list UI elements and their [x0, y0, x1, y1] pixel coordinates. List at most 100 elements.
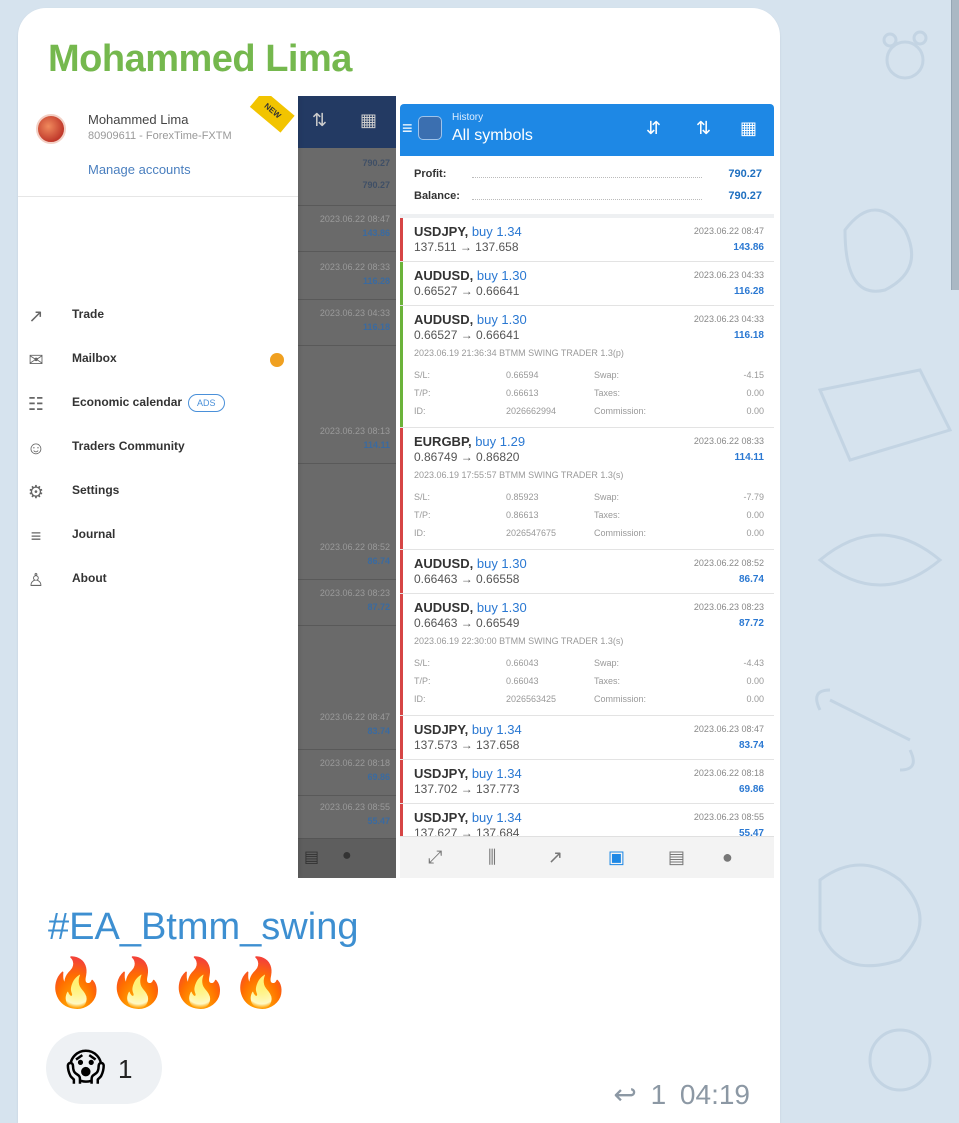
profit-row: Profit: 790.27	[414, 168, 762, 180]
trade-comment: 2023.06.19 17:55:57 BTMM SWING TRADER 1.…	[414, 470, 624, 480]
journal-icon: ≡	[30, 526, 42, 546]
trade-prices: 0.66463 → 0.66558	[414, 572, 520, 586]
trade-symbol: AUDUSD, buy 1.30	[414, 556, 527, 571]
history-trade-row[interactable]: AUDUSD, buy 1.30 0.66527 → 0.66641 2023.06…	[400, 262, 774, 306]
reply-count[interactable]: 1	[651, 1079, 667, 1110]
account-number: 80909611 - ForexTime-FXTM	[88, 130, 232, 142]
drawer-item-3[interactable]: ☺ Traders Community	[18, 428, 298, 468]
sender-name[interactable]: Mohammed Lima	[48, 38, 352, 81]
trade-detail-row: ID: 2026662994 Commission: 0.00	[414, 406, 764, 416]
message-bubble[interactable]: Mohammed Lima Mohammed Lima 80909611 - F…	[18, 8, 780, 1123]
history-trade-row[interactable]: EURGBP, buy 1.29 0.86749 → 0.86820 2023.06…	[400, 428, 774, 550]
trade-symbol: USDJPY, buy 1.34	[414, 810, 522, 825]
traders-community-icon: ☺	[26, 438, 46, 458]
mailbox-icon: ✉	[28, 350, 44, 370]
drawer-item-label: Journal	[72, 527, 116, 541]
history-trade-row[interactable]: AUDUSD, buy 1.30 0.66463 → 0.66558 2023.06…	[400, 550, 774, 594]
trade-prices: 0.86749 → 0.86820	[414, 450, 520, 464]
bottom-navigation: ⤢ ⫼ ↗ ▣ ▤ ●	[400, 836, 774, 878]
trade-icon[interactable]: ↗	[548, 847, 563, 868]
dim-history-row: 2023.06.22 08:47 83.74	[298, 706, 396, 750]
drawer-item-5[interactable]: ≡ Journal	[18, 516, 298, 556]
trade-prices: 0.66463 → 0.66549	[414, 616, 520, 630]
trade-detail-row: S/L: 0.66594 Swap: -4.15	[414, 370, 764, 380]
dim-history-row: 2023.06.22 08:33 116.28	[298, 256, 396, 300]
manage-accounts-link[interactable]: Manage accounts	[88, 162, 191, 177]
trade-detail-row: ID: 2026563425 Commission: 0.00	[414, 694, 764, 704]
calendar-icon: ▦	[360, 110, 378, 130]
scrollbar-thumb[interactable]	[951, 0, 959, 290]
trade-prices: 137.702 → 137.773	[414, 782, 520, 796]
navigation-drawer: Mohammed Lima 80909611 - ForexTime-FXTM …	[18, 96, 298, 878]
drawer-item-1[interactable]: ✉ Mailbox	[18, 340, 298, 380]
trade-symbol: AUDUSD, buy 1.30	[414, 268, 527, 283]
drawer-item-label: Settings	[72, 483, 120, 497]
sort-icon: ⇅	[312, 110, 328, 130]
trade-time: 2023.06.23 08:23	[693, 602, 764, 612]
dim-history-row: 2023.06.23 08:55 55.47	[298, 796, 396, 840]
header-title[interactable]: All symbols	[452, 127, 533, 145]
right-phone-screen: ≡ History All symbols ⇵ ⇅ ▦ Profit: 790.…	[400, 104, 774, 878]
trade-symbol: AUDUSD, buy 1.30	[414, 312, 527, 327]
dim-history-row: 2023.06.23 08:13 114.11	[298, 420, 396, 464]
trade-profit: 83.74	[738, 740, 764, 751]
attached-screenshot[interactable]: Mohammed Lima 80909611 - ForexTime-FXTM …	[18, 96, 780, 878]
trade-time: 2023.06.22 08:52	[693, 558, 764, 568]
trade-time: 2023.06.22 08:18	[693, 768, 764, 778]
drawer-item-label: Mailbox	[72, 351, 117, 365]
dim-history-row: 2023.06.23 08:23 87.72	[298, 582, 396, 626]
trade-time: 2023.06.23 04:33	[693, 270, 764, 280]
drawer-item-6[interactable]: ♙ About	[18, 560, 298, 600]
dimmed-history-behind-drawer: ⇅ ▦ 790.27 790.27 2023.06.22 08:47 143.86…	[298, 96, 396, 878]
trade-profit: 116.18	[733, 330, 764, 341]
drawer-item-0[interactable]: ↗ Trade	[18, 296, 298, 336]
new-corner-badge: NEW	[249, 96, 295, 133]
chart-icon[interactable]: ⫼	[488, 847, 496, 868]
reaction-chip[interactable]: 😱 1	[46, 1032, 162, 1104]
trade-prices: 137.573 → 137.658	[414, 738, 520, 752]
trade-status-bar	[400, 262, 403, 305]
balance-row: Balance: 790.27	[414, 190, 762, 202]
ads-pill: ADS	[188, 394, 225, 412]
history-trade-row[interactable]: USDJPY, buy 1.34 137.702 → 137.773 2023.06…	[400, 760, 774, 804]
trade-profit: 116.28	[733, 286, 764, 297]
drawer-item-2[interactable]: ☷ Economic calendar ADS	[18, 384, 298, 424]
trade-detail-row: S/L: 0.85923 Swap: -7.79	[414, 492, 764, 502]
settings-icon: ⚙	[27, 482, 45, 502]
trade-profit: 87.72	[738, 618, 764, 629]
left-phone-screen: Mohammed Lima 80909611 - ForexTime-FXTM …	[18, 96, 396, 878]
dim-history-row: 2023.06.23 04:33 116.18	[298, 302, 396, 346]
reply-icon[interactable]: ↩	[613, 1079, 636, 1110]
history-trade-row[interactable]: USDJPY, buy 1.34 137.511 → 137.658 2023.06…	[400, 218, 774, 262]
trade-detail-row: T/P: 0.66613 Taxes: 0.00	[414, 388, 764, 398]
news-icon[interactable]: ▤	[668, 847, 685, 868]
fire-emoji-line: 🔥🔥🔥🔥	[46, 957, 294, 1010]
history-trade-row[interactable]: AUDUSD, buy 1.30 0.66527 → 0.66641 2023.06…	[400, 306, 774, 428]
trade-symbol: USDJPY, buy 1.34	[414, 224, 522, 239]
dim-bottom-nav: ▤ ●	[298, 838, 396, 878]
trade-detail-row: T/P: 0.86613 Taxes: 0.00	[414, 510, 764, 520]
quotes-icon[interactable]: ⤢	[428, 847, 442, 868]
trade-status-bar	[400, 594, 403, 715]
history-header: ≡ History All symbols ⇵ ⇅ ▦	[400, 104, 774, 156]
notification-dot	[270, 353, 284, 367]
drawer-item-4[interactable]: ⚙ Settings	[18, 472, 298, 512]
exchange-icon[interactable]: ⇵	[646, 118, 661, 139]
chat-icon[interactable]: ●	[722, 847, 733, 868]
drawer-item-label: Traders Community	[72, 439, 185, 453]
trade-prices: 0.66527 → 0.66641	[414, 328, 520, 342]
history-icon[interactable]: ▣	[608, 847, 625, 868]
trade-symbol: USDJPY, buy 1.34	[414, 766, 522, 781]
drawer-divider	[18, 196, 298, 197]
history-trade-row[interactable]: AUDUSD, buy 1.30 0.66463 → 0.66549 2023.06…	[400, 594, 774, 716]
dim-summary: 790.27 790.27	[298, 148, 396, 206]
trade-time: 2023.06.23 08:55	[693, 812, 764, 822]
sort-icon[interactable]: ⇅	[696, 118, 711, 139]
about-icon: ♙	[27, 570, 45, 590]
calendar-icon[interactable]: ▦	[740, 118, 757, 139]
history-trade-row[interactable]: USDJPY, buy 1.34 137.573 → 137.658 2023.06…	[400, 716, 774, 760]
hashtag-link[interactable]: #EA_Btmm_swing	[48, 906, 358, 949]
menu-icon[interactable]: ≡	[402, 118, 413, 139]
trade-symbol: EURGBP, buy 1.29	[414, 434, 526, 449]
app-logo-icon	[418, 116, 442, 140]
